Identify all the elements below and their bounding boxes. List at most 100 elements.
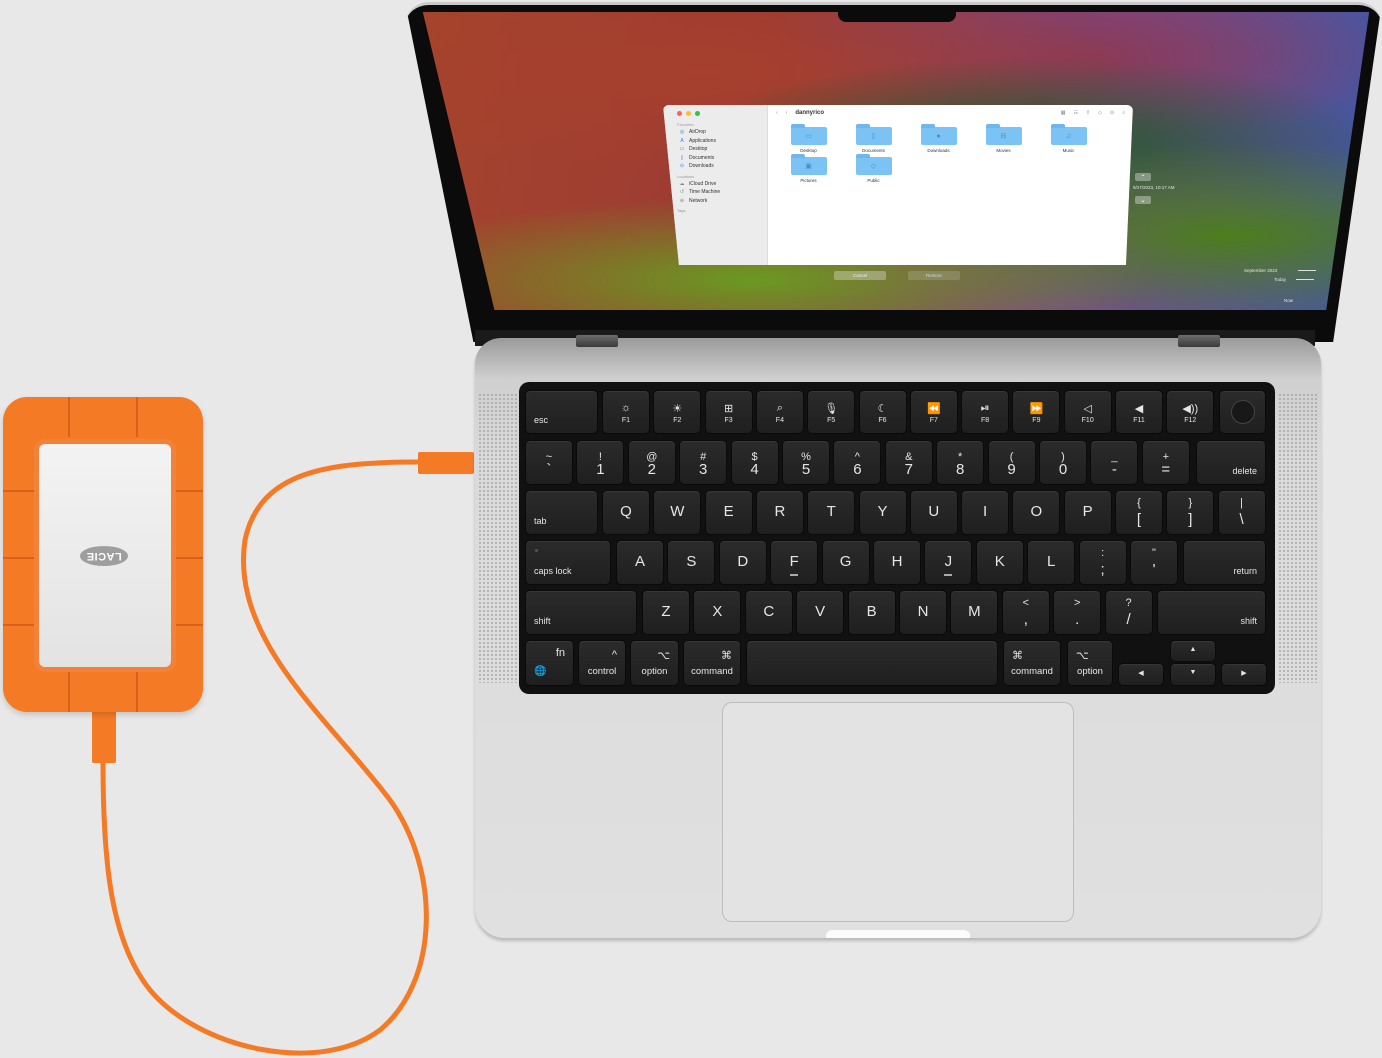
close-button[interactable] [677,111,682,116]
key-j[interactable]: J [924,540,973,585]
key-return[interactable]: return [1183,540,1266,585]
key-punct-9[interactable]: >. [1053,590,1102,635]
folder-movies[interactable]: ⊟ Movies [971,124,1036,153]
trackpad[interactable] [722,702,1074,922]
key-h[interactable]: H [873,540,921,585]
search-icon[interactable]: ⌕ [1122,110,1125,116]
key-v[interactable]: V [796,590,845,635]
sidebar-item-time-machine[interactable]: ↺ Time Machine [669,188,761,197]
key-b[interactable]: B [847,590,896,635]
key-number-5[interactable]: % 5 [782,440,830,485]
key-number-7[interactable]: & 7 [884,440,933,485]
action-icon[interactable]: ⊙ [1110,110,1114,116]
sidebar-item-network[interactable]: ⊕ Network [669,197,761,206]
key-y[interactable]: Y [858,490,907,535]
sidebar-item-downloads[interactable]: ⊙ Downloads [669,162,761,171]
key-punct-8[interactable]: <, [1001,590,1050,635]
key-f9[interactable]: ⏩ F9 [1012,390,1061,434]
key-number-1[interactable]: ! 1 [576,440,625,485]
key-punct-11[interactable]: " ' [1130,540,1178,585]
key-option-right[interactable]: ⌥ option [1067,640,1113,686]
key-m[interactable]: M [950,590,999,635]
key-option-left[interactable]: ⌥ option [630,640,679,686]
key-k[interactable]: K [975,540,1024,585]
folder-desktop[interactable]: ▭ Desktop [776,124,841,153]
key-arrow-right[interactable]: ▶ [1221,663,1267,686]
key-f3[interactable]: ⊞ F3 [704,390,753,434]
key-number-8[interactable]: * 8 [936,440,985,485]
key-bracket-11[interactable]: {[ [1115,490,1163,535]
minimize-button[interactable] [686,111,691,116]
sidebar-item-applications[interactable]: A Applications [669,137,761,146]
key-bracket-12[interactable]: }] [1166,490,1215,535]
key-f2[interactable]: ☀ F2 [653,390,702,434]
restore-button[interactable]: Restore [908,271,960,280]
finder-window[interactable]: Favorites ◎ AirDrop A Applications ▭ Deskto… [663,105,1133,265]
forward-button[interactable]: › [786,110,788,116]
key-arrow-down[interactable]: ▼ [1170,663,1216,686]
view-icon[interactable]: ▦ [1061,110,1066,116]
key-number-10[interactable]: ) 0 [1039,440,1087,485]
key-number-0[interactable]: ~ ` [525,440,573,485]
key-f4[interactable]: ⌕ F4 [755,390,804,434]
key-f6[interactable]: ☾ F6 [858,390,907,434]
back-button[interactable]: ‹ [776,110,778,116]
sidebar-item-documents[interactable]: ▯ Documents [669,154,761,163]
key-control[interactable]: ^ control [578,640,626,686]
key-fn[interactable]: fn 🌐 [525,640,574,686]
key-delete[interactable]: delete [1196,440,1266,485]
chevron-down-icon[interactable]: ⌄ [1135,196,1151,204]
key-i[interactable]: I [961,490,1010,535]
folder-pictures[interactable]: ▣ Pictures [776,154,841,183]
key-space[interactable] [746,640,998,686]
key-arrow-up[interactable]: ▲ [1170,640,1216,662]
key-bracket-13[interactable]: | \ [1217,490,1266,535]
key-a[interactable]: A [616,540,664,585]
key-q[interactable]: Q [602,490,650,535]
key-tab[interactable]: tab [525,490,598,535]
key-punct-10[interactable]: ? / [1104,590,1153,635]
key-f1[interactable]: ☼ F1 [602,390,650,434]
folder-public[interactable]: ◇ Public [841,154,906,183]
key-u[interactable]: U [909,490,958,535]
key-punct-10[interactable]: :; [1078,540,1127,585]
key-p[interactable]: P [1063,490,1112,535]
key-number-4[interactable]: $4 [730,440,779,485]
timeline-label[interactable]: Now [1284,298,1293,303]
key-s[interactable]: S [667,540,716,585]
timeline-label[interactable]: September 2023 [1244,268,1277,273]
share-icon[interactable]: ⇪ [1086,110,1090,116]
sidebar-item-airdrop[interactable]: ◎ AirDrop [669,128,761,137]
group-icon[interactable]: ☷ [1073,110,1077,116]
key-number-6[interactable]: ^ 6 [833,440,882,485]
key-f[interactable]: F [770,540,819,585]
key-z[interactable]: Z [642,590,690,635]
key-e[interactable]: E [704,490,753,535]
sidebar-item-icloud-drive[interactable]: ☁ iCloud Drive [669,180,761,189]
key-c[interactable]: C [744,590,793,635]
key-command-right[interactable]: ⌘ command [1003,640,1061,686]
key-g[interactable]: G [821,540,870,585]
zoom-button[interactable] [695,111,700,116]
key-arrow-left[interactable]: ◀ [1118,663,1164,686]
key-shift-left[interactable]: shift [525,590,637,635]
key-f10[interactable]: ◁ F10 [1063,390,1112,434]
folder-documents[interactable]: ▯ Documents [841,124,906,153]
tag-icon[interactable]: ◇ [1098,110,1102,116]
key-f8[interactable]: ⏯ F8 [961,390,1010,434]
folder-downloads[interactable]: ● Downloads [906,124,971,153]
key-l[interactable]: L [1027,540,1076,585]
key-f11[interactable]: ◀ F11 [1115,390,1163,434]
key-f12[interactable]: ◀)) F12 [1166,390,1215,434]
timeline-label[interactable]: Today [1274,277,1286,282]
key-d[interactable]: D [718,540,767,585]
key-t[interactable]: T [807,490,856,535]
key-number-12[interactable]: + = [1141,440,1190,485]
touch-id-button[interactable] [1219,390,1266,434]
folder-music[interactable]: ♫ Music [1036,124,1101,153]
key-f5[interactable]: 🎙 F5 [807,390,856,434]
key-esc[interactable]: esc [525,390,598,434]
key-shift-right[interactable]: shift [1157,590,1266,635]
key-o[interactable]: O [1012,490,1061,535]
key-w[interactable]: W [653,490,702,535]
